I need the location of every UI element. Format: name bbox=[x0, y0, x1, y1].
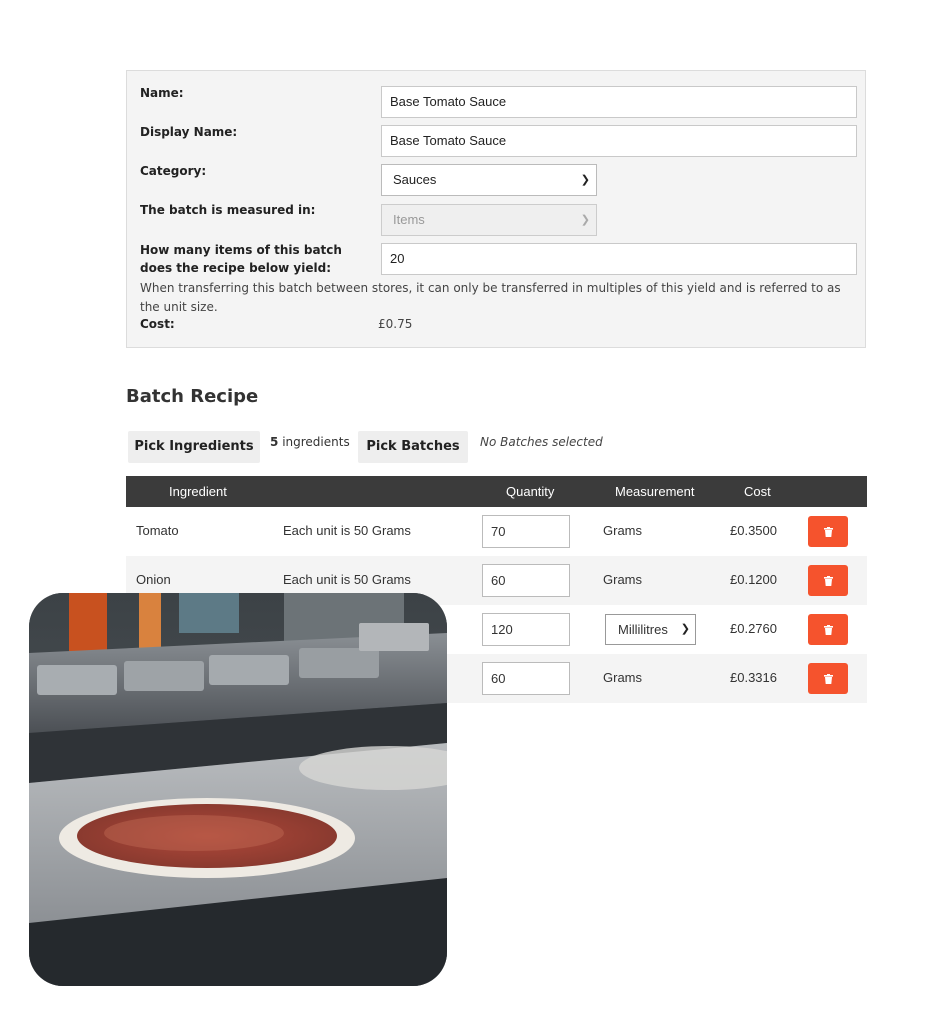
batch-settings-panel: Name: Base Tomato Sauce Display Name: Ba… bbox=[126, 70, 866, 348]
quantity-input[interactable]: 60 bbox=[482, 662, 570, 695]
trash-icon bbox=[823, 575, 833, 586]
pizza-photo-illustration bbox=[29, 593, 447, 986]
row-cost: £0.2760 bbox=[730, 621, 777, 636]
ingredient-unit: Each unit is 50 Grams bbox=[283, 523, 411, 538]
delete-button[interactable] bbox=[808, 516, 848, 547]
table-row: Tomato Each unit is 50 Grams 70 Grams £0… bbox=[126, 507, 867, 556]
measured-in-select: Items ❯ bbox=[381, 204, 597, 236]
trash-icon bbox=[823, 624, 833, 635]
name-label: Name: bbox=[140, 86, 184, 100]
header-measurement: Measurement bbox=[615, 484, 695, 499]
trash-icon bbox=[823, 526, 833, 537]
category-label: Category: bbox=[140, 164, 207, 178]
measurement-select-value: Millilitres bbox=[618, 622, 668, 637]
chevron-down-icon: ❯ bbox=[580, 174, 590, 186]
ingredient-unit: Each unit is 50 Grams bbox=[283, 572, 411, 587]
no-batches-text: No Batches selected bbox=[480, 435, 603, 449]
category-select[interactable]: Sauces ❯ bbox=[381, 164, 597, 196]
measured-in-label: The batch is measured in: bbox=[140, 203, 316, 217]
ingredient-count: 5 ingredients bbox=[270, 435, 350, 449]
row-cost: £0.3500 bbox=[730, 523, 777, 538]
measured-in-select-value: Items bbox=[393, 212, 425, 227]
chevron-down-icon: ❯ bbox=[580, 214, 590, 226]
table-header: Ingredient Quantity Measurement Cost bbox=[126, 476, 867, 507]
display-name-label: Display Name: bbox=[140, 125, 238, 139]
ingredient-count-suffix: ingredients bbox=[282, 435, 350, 449]
delete-button[interactable] bbox=[808, 565, 848, 596]
category-select-value: Sauces bbox=[393, 172, 437, 187]
pick-batches-button[interactable]: Pick Batches bbox=[358, 431, 468, 463]
measurement-text: Grams bbox=[603, 523, 642, 538]
yield-label: How many items of this batch does the re… bbox=[140, 243, 342, 275]
ingredient-name: Onion bbox=[136, 572, 171, 587]
ingredient-name: Tomato bbox=[136, 523, 179, 538]
header-quantity: Quantity bbox=[506, 484, 555, 499]
pizza-photo bbox=[29, 593, 447, 986]
row-cost: £0.3316 bbox=[730, 670, 777, 685]
display-name-input[interactable]: Base Tomato Sauce bbox=[381, 125, 857, 157]
cost-label: Cost: bbox=[140, 317, 175, 331]
quantity-input[interactable]: 70 bbox=[482, 515, 570, 548]
quantity-input[interactable]: 60 bbox=[482, 564, 570, 597]
header-cost: Cost bbox=[744, 484, 771, 499]
measurement-select[interactable]: Millilitres ❯ bbox=[605, 614, 696, 645]
measurement-text: Grams bbox=[603, 572, 642, 587]
quantity-input[interactable]: 120 bbox=[482, 613, 570, 646]
delete-button[interactable] bbox=[808, 614, 848, 645]
batch-recipe-title: Batch Recipe bbox=[126, 386, 259, 407]
name-input[interactable]: Base Tomato Sauce bbox=[381, 86, 857, 118]
cost-value: £0.75 bbox=[378, 317, 413, 331]
trash-icon bbox=[823, 673, 833, 684]
row-cost: £0.1200 bbox=[730, 572, 777, 587]
chevron-down-icon: ❯ bbox=[680, 623, 690, 635]
measurement-text: Grams bbox=[603, 670, 642, 685]
yield-note: When transferring this batch between sto… bbox=[140, 281, 841, 314]
yield-input[interactable]: 20 bbox=[381, 243, 857, 275]
pick-ingredients-button[interactable]: Pick Ingredients bbox=[128, 431, 260, 463]
delete-button[interactable] bbox=[808, 663, 848, 694]
header-ingredient: Ingredient bbox=[169, 484, 227, 499]
ingredient-count-number: 5 bbox=[270, 435, 279, 449]
